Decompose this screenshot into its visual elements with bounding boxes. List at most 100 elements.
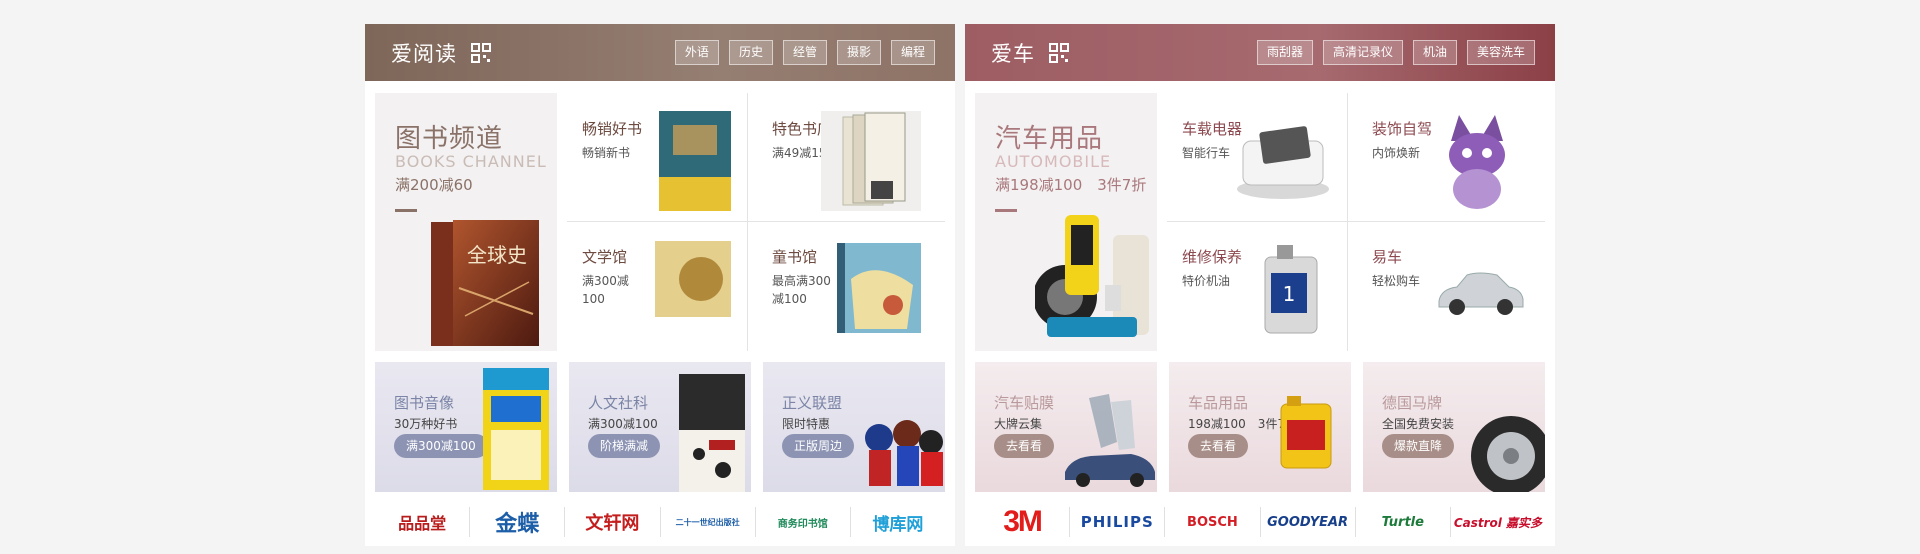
cell-car-electronics[interactable]: 车载电器 智能行车 — [1157, 93, 1345, 221]
cell-subtitle: 最高满300减100 — [772, 274, 831, 306]
cell-subtitle: 特价机油 — [1182, 274, 1231, 288]
car-image — [1438, 272, 1524, 315]
promo-button[interactable]: 阶梯满减 — [588, 434, 661, 458]
divider — [995, 209, 1017, 212]
feature-title: 图书频道 — [395, 124, 504, 154]
book-cover-image — [679, 374, 745, 492]
promo-button[interactable]: 去看看 — [994, 434, 1055, 458]
tag-foreign-language[interactable]: 外语 — [674, 40, 719, 65]
promo-continental-tires[interactable]: 德国马牌 全国免费安装 爆款直降 — [1363, 362, 1545, 492]
tag-business[interactable]: 经管 — [782, 40, 827, 65]
brand-logo[interactable]: 品品堂 — [375, 507, 471, 537]
qr-code-icon[interactable] — [471, 42, 491, 63]
cell-childrens-books[interactable]: 童书馆 最高满300减100 — [747, 221, 935, 349]
vocabulary-book-image — [483, 368, 549, 490]
books-channel-feature[interactable]: 图书频道 BOOKS CHANNEL 满200减60 全球史 — [375, 93, 557, 351]
automobile-feature[interactable]: 汽车用品 AUTOMOBILE 满198减100 3件7折 — [975, 93, 1157, 351]
promo-title: 正义联盟 — [782, 394, 843, 412]
car-header: 爱车 雨刮器 高清记录仪 机油 美容洗车 — [965, 24, 1555, 81]
car-title[interactable]: 爱车 — [991, 38, 1035, 68]
feature-promo: 满200减60 — [395, 176, 473, 194]
cell-specialty-bookstore[interactable]: 特色书店 满49减15 — [747, 93, 935, 221]
cell-easy-car[interactable]: 易车 轻松购车 — [1347, 221, 1535, 349]
promo-justice-league[interactable]: 正义联盟 限时特惠 正版周边 — [763, 362, 945, 492]
promo-humanities[interactable]: 人文社科 满300减100 阶梯满减 — [569, 362, 751, 492]
car-electronics-image — [1237, 126, 1329, 199]
book-cover-image — [821, 111, 921, 211]
cell-title: 畅销好书 — [582, 120, 643, 138]
shell-oil-image — [1280, 396, 1332, 469]
tag-car-wash[interactable]: 美容洗车 — [1466, 40, 1535, 65]
tag-wipers[interactable]: 雨刮器 — [1256, 40, 1313, 65]
brand-logo[interactable]: 博库网 — [851, 507, 945, 537]
brand-logo[interactable]: 文轩网 — [565, 507, 661, 537]
cell-maintenance[interactable]: 维修保养 特价机油 1 — [1157, 221, 1345, 349]
brand-logo[interactable]: PHILIPS — [1070, 507, 1166, 537]
tag-history[interactable]: 历史 — [728, 40, 773, 65]
global-history-book-image: 全球史 — [431, 220, 539, 346]
svg-text:1: 1 — [1283, 282, 1296, 306]
car-accessories-image — [1035, 215, 1149, 337]
tag-programming[interactable]: 编程 — [890, 40, 935, 65]
tag-motor-oil[interactable]: 机油 — [1412, 40, 1457, 65]
brand-logo[interactable]: 金蝶 — [470, 507, 566, 537]
book-panel: 爱阅读 外语 历史 经管 摄影 编程 图书频道 BOOKS CHANNEL 满2… — [365, 24, 955, 546]
cell-title: 装饰自驾 — [1372, 120, 1433, 138]
book-header: 爱阅读 外语 历史 经管 摄影 编程 — [365, 24, 955, 81]
promo-button[interactable]: 正版周边 — [782, 434, 855, 458]
cell-decoration[interactable]: 装饰自驾 内饰焕新 — [1347, 93, 1535, 221]
brand-logo[interactable]: 商务印书馆 — [756, 507, 851, 537]
tag-photography[interactable]: 摄影 — [836, 40, 881, 65]
promo-title: 德国马牌 — [1382, 394, 1443, 412]
promo-books-media[interactable]: 图书音像 30万种好书 满300减100 — [375, 362, 557, 492]
brand-logo[interactable]: BOSCH — [1165, 507, 1261, 537]
promo-title: 车品用品 — [1188, 394, 1249, 412]
promo-title: 图书音像 — [394, 394, 455, 412]
cell-literature[interactable]: 文学馆 满300减100 — [557, 221, 745, 349]
promo-button[interactable]: 爆款直降 — [1382, 434, 1455, 458]
car-panel: 爱车 雨刮器 高清记录仪 机油 美容洗车 汽车用品 AUTOMOBILE 满19… — [965, 24, 1555, 546]
cell-title: 易车 — [1372, 248, 1403, 266]
brand-logo[interactable]: Castrol 嘉实多 — [1451, 507, 1545, 537]
book-brand-logos: 品品堂 金蝶 文轩网 二十一世纪出版社 商务印书馆 博库网 — [375, 498, 945, 546]
brand-logo[interactable]: 二十一世纪出版社 — [661, 507, 756, 537]
cell-bestsellers[interactable]: 畅销好书 畅销新书 — [557, 93, 745, 221]
book-cover-image — [837, 243, 921, 333]
cell-title: 维修保养 — [1182, 248, 1243, 266]
promo-title: 汽车贴膜 — [994, 394, 1055, 412]
promo-subtitle: 限时特惠 — [782, 417, 831, 431]
promo-title: 人文社科 — [588, 394, 649, 412]
brand-logo[interactable]: GOODYEAR — [1261, 507, 1356, 537]
promo-subtitle: 满300减100 — [588, 417, 658, 431]
feature-subtitle-en: BOOKS CHANNEL — [395, 152, 547, 171]
tag-dashcam[interactable]: 高清记录仪 — [1322, 40, 1403, 65]
promo-button[interactable]: 去看看 — [1188, 434, 1249, 458]
qr-code-icon[interactable] — [1049, 42, 1069, 63]
promo-subtitle: 全国免费安装 — [1382, 417, 1455, 431]
window-film-image — [1065, 394, 1155, 487]
book-cover-image — [659, 111, 731, 211]
book-cover-title: 全球史 — [467, 243, 527, 267]
brand-logo[interactable]: 3M — [975, 505, 1071, 538]
motor-oil-image: 1 — [1264, 245, 1318, 334]
cell-subtitle: 轻松购车 — [1372, 274, 1421, 288]
promo-car-supplies[interactable]: 车品用品 198减100 3件7折 去看看 — [1169, 362, 1351, 492]
divider — [395, 209, 417, 212]
car-brand-logos: 3M PHILIPS BOSCH GOODYEAR Turtle Castrol… — [975, 498, 1545, 546]
promo-button[interactable]: 满300减100 — [394, 434, 488, 458]
book-cover-image — [655, 241, 731, 337]
brand-logo[interactable]: Turtle — [1356, 507, 1451, 537]
feature-title: 汽车用品 — [995, 124, 1104, 154]
plush-toy-image — [1449, 115, 1505, 209]
cell-subtitle: 内饰焕新 — [1372, 146, 1421, 160]
tire-image — [1471, 416, 1545, 492]
superhero-figures-image — [865, 420, 943, 486]
book-title[interactable]: 爱阅读 — [391, 38, 457, 68]
promo-subtitle: 大牌云集 — [994, 417, 1043, 431]
feature-subtitle-en: AUTOMOBILE — [995, 152, 1112, 171]
promo-car-film[interactable]: 汽车贴膜 大牌云集 去看看 — [975, 362, 1157, 492]
feature-promo: 满198减100 3件7折 — [995, 176, 1147, 194]
cell-subtitle: 畅销新书 — [582, 146, 631, 160]
cell-title: 文学馆 — [582, 248, 628, 266]
promo-subtitle: 30万种好书 — [394, 417, 458, 431]
